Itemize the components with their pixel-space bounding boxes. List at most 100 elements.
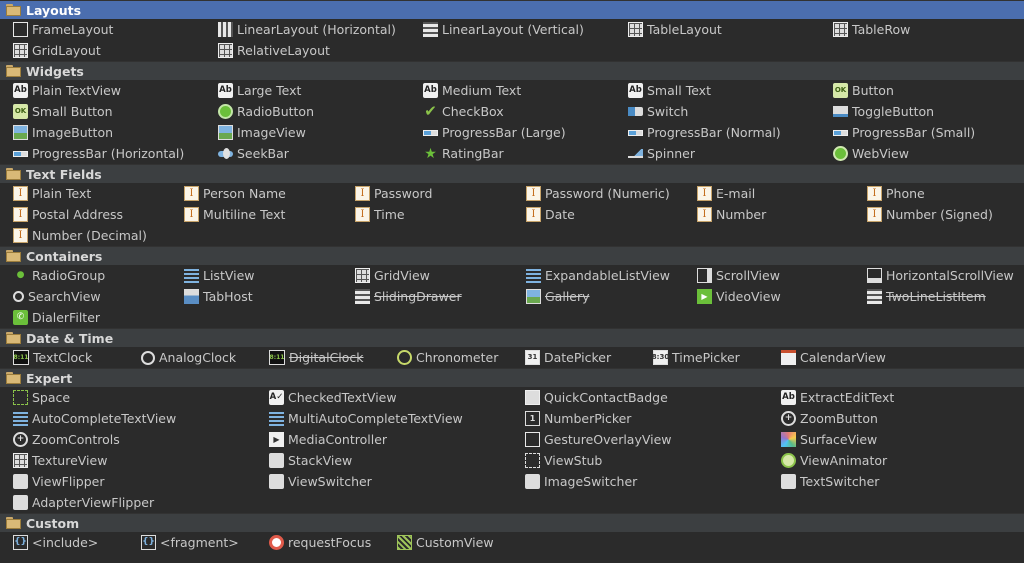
palette-item[interactable]: ★ RatingBar xyxy=(423,143,503,164)
palette-item[interactable]: AdapterViewFlipper xyxy=(13,492,154,513)
section-header[interactable]: Custom xyxy=(0,513,1024,532)
twolinelistitem-icon xyxy=(867,289,882,304)
palette-item[interactable]: I Number xyxy=(697,204,766,225)
palette-item[interactable]: + ZoomButton xyxy=(781,408,878,429)
palette-item[interactable]: + ZoomControls xyxy=(13,429,120,450)
text-field-icon: I xyxy=(697,186,712,201)
palette-item[interactable]: Space xyxy=(13,387,70,408)
palette-item[interactable]: TableLayout xyxy=(628,19,722,40)
palette-item[interactable]: I Number (Decimal) xyxy=(13,225,147,246)
palette-item[interactable]: ImageButton xyxy=(13,122,113,143)
palette-item[interactable]: GridLayout xyxy=(13,40,101,61)
palette-item[interactable]: SearchView xyxy=(13,286,101,307)
palette-item[interactable]: TextureView xyxy=(13,450,107,471)
palette-item[interactable]: I Time xyxy=(355,204,405,225)
palette-item-label: SurfaceView xyxy=(800,432,878,447)
palette-row: ✆ DialerFilter xyxy=(13,307,1024,328)
palette-item[interactable]: I Postal Address xyxy=(13,204,123,225)
palette-item[interactable]: WebView xyxy=(833,143,909,164)
section-header[interactable]: Containers xyxy=(0,246,1024,265)
palette-item[interactable]: OK Button xyxy=(833,80,894,101)
palette-item[interactable]: ● RadioGroup xyxy=(13,265,106,286)
palette-item[interactable]: LinearLayout (Horizontal) xyxy=(218,19,396,40)
section-header[interactable]: Text Fields xyxy=(0,164,1024,183)
palette-item[interactable]: HorizontalScrollView xyxy=(867,265,1014,286)
palette-item[interactable]: CustomView xyxy=(397,532,494,553)
palette-item[interactable]: TextSwitcher xyxy=(781,471,879,492)
palette-item[interactable]: Spinner xyxy=(628,143,695,164)
palette-item[interactable]: I E-mail xyxy=(697,183,755,204)
palette-item[interactable]: 8:11 TextClock xyxy=(13,347,92,368)
palette-item-label: GestureOverlayView xyxy=(544,432,672,447)
palette-item[interactable]: ▶ VideoView xyxy=(697,286,781,307)
palette-item[interactable]: I Plain Text xyxy=(13,183,91,204)
section-header[interactable]: Layouts xyxy=(0,0,1024,19)
palette-item[interactable]: TwoLineListItem xyxy=(867,286,986,307)
section-header[interactable]: Widgets xyxy=(0,61,1024,80)
palette-item[interactable]: StackView xyxy=(269,450,352,471)
palette-item[interactable]: TabHost xyxy=(184,286,253,307)
palette-item[interactable]: 31 DatePicker xyxy=(525,347,611,368)
palette-item[interactable]: AutoCompleteTextView xyxy=(13,408,176,429)
palette-item[interactable]: LinearLayout (Vertical) xyxy=(423,19,584,40)
palette-item[interactable]: GridView xyxy=(355,265,430,286)
palette-item[interactable]: MultiAutoCompleteTextView xyxy=(269,408,463,429)
palette-item[interactable]: ProgressBar (Small) xyxy=(833,122,975,143)
searchview-icon xyxy=(13,291,24,302)
palette-item[interactable]: AnalogClock xyxy=(141,347,236,368)
palette-item[interactable]: I Number (Signed) xyxy=(867,204,993,225)
palette-item[interactable]: Ab Large Text xyxy=(218,80,301,101)
palette-item[interactable]: ViewStub xyxy=(525,450,602,471)
palette-item[interactable]: ExpandableListView xyxy=(526,265,670,286)
zoomcontrols-icon: + xyxy=(13,432,28,447)
palette-item[interactable]: I Password (Numeric) xyxy=(526,183,670,204)
palette-item[interactable]: I Phone xyxy=(867,183,925,204)
palette-item[interactable]: ProgressBar (Large) xyxy=(423,122,566,143)
palette-item[interactable]: {} <fragment> xyxy=(141,532,239,553)
palette-item[interactable]: QuickContactBadge xyxy=(525,387,668,408)
palette-item[interactable]: ImageSwitcher xyxy=(525,471,637,492)
section-header[interactable]: Date & Time xyxy=(0,328,1024,347)
palette-item[interactable]: RelativeLayout xyxy=(218,40,330,61)
palette-item[interactable]: ProgressBar (Horizontal) xyxy=(13,143,184,164)
palette-item[interactable]: ✔ CheckBox xyxy=(423,101,504,122)
palette-item[interactable]: requestFocus xyxy=(269,532,371,553)
palette-item[interactable]: ProgressBar (Normal) xyxy=(628,122,781,143)
palette-item[interactable]: SurfaceView xyxy=(781,429,877,450)
palette-item[interactable]: Switch xyxy=(628,101,688,122)
palette-row: ImageButton ImageView ProgressBar (Large) P… xyxy=(13,122,1024,143)
palette-item[interactable]: ImageView xyxy=(218,122,306,143)
palette-item[interactable]: I Multiline Text xyxy=(184,204,285,225)
palette-item[interactable]: 8:30 TimePicker xyxy=(652,347,740,368)
palette-item[interactable]: ▶ MediaController xyxy=(269,429,387,450)
palette-item[interactable]: CalendarView xyxy=(781,347,886,368)
palette-item[interactable]: 1 NumberPicker xyxy=(525,408,631,429)
palette-item[interactable]: ViewFlipper xyxy=(13,471,105,492)
palette-item[interactable]: ✆ DialerFilter xyxy=(13,307,100,328)
palette-item[interactable]: TableRow xyxy=(833,19,910,40)
palette-item[interactable]: 8:11 DigitalClock xyxy=(269,347,364,368)
palette-item[interactable]: Ab Medium Text xyxy=(423,80,521,101)
palette-item[interactable]: OK Small Button xyxy=(13,101,113,122)
palette-item[interactable]: A✓ CheckedTextView xyxy=(269,387,397,408)
palette-item[interactable]: Chronometer xyxy=(397,347,498,368)
palette-item[interactable]: Ab Small Text xyxy=(628,80,711,101)
palette-item[interactable]: ListView xyxy=(184,265,255,286)
palette-item[interactable]: I Password xyxy=(355,183,432,204)
palette-item[interactable]: ViewSwitcher xyxy=(269,471,372,492)
palette-item[interactable]: Ab ExtractEditText xyxy=(781,387,894,408)
palette-item[interactable]: SlidingDrawer xyxy=(355,286,462,307)
palette-item[interactable]: ToggleButton xyxy=(833,101,934,122)
palette-item[interactable]: FrameLayout xyxy=(13,19,113,40)
palette-item[interactable]: Gallery xyxy=(526,286,590,307)
palette-item[interactable]: RadioButton xyxy=(218,101,314,122)
palette-item[interactable]: Ab Plain TextView xyxy=(13,80,121,101)
palette-item[interactable]: {} <include> xyxy=(13,532,98,553)
palette-item[interactable]: I Person Name xyxy=(184,183,286,204)
palette-item[interactable]: GestureOverlayView xyxy=(525,429,672,450)
section-header[interactable]: Expert xyxy=(0,368,1024,387)
palette-item[interactable]: ScrollView xyxy=(697,265,780,286)
palette-item[interactable]: SeekBar xyxy=(218,143,289,164)
palette-item[interactable]: ViewAnimator xyxy=(781,450,887,471)
palette-item[interactable]: I Date xyxy=(526,204,575,225)
